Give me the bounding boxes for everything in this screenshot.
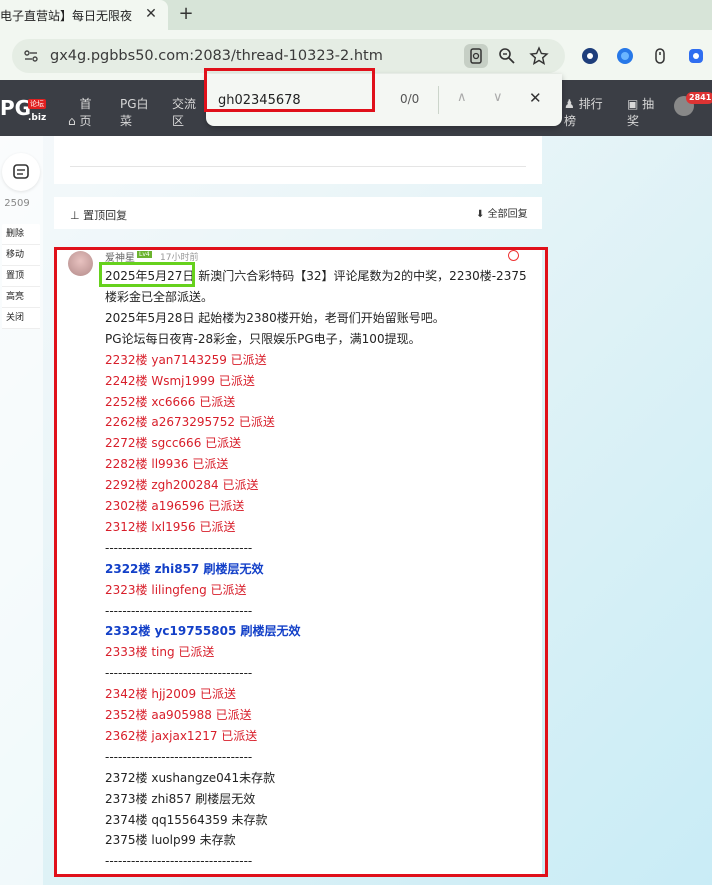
pinned-replies-label: 置顶回复 <box>83 209 128 222</box>
mod-delete[interactable]: 删除 <box>2 224 40 245</box>
mod-pin[interactable]: 置顶 <box>2 266 40 287</box>
new-tab-icon[interactable]: + <box>176 4 196 24</box>
post-highlight-box <box>54 247 548 877</box>
nav-ranking[interactable]: ♟ 排行榜 <box>564 96 606 130</box>
extension-icon[interactable] <box>650 46 670 66</box>
zoom-icon[interactable] <box>497 46 517 66</box>
extension-icon[interactable] <box>686 46 706 66</box>
message-button[interactable] <box>2 153 40 191</box>
arrow-down-icon: ⬇ <box>476 209 485 220</box>
mod-highlight[interactable]: 高亮 <box>2 287 40 308</box>
reply-bar <box>54 197 542 229</box>
find-divider <box>438 86 439 114</box>
logo-domain: .biz <box>28 113 47 123</box>
pinned-replies-title: ⊥ 置顶回复 <box>70 207 127 223</box>
tab-close-icon[interactable]: ✕ <box>142 5 160 23</box>
url-text[interactable]: gx4g.pgbbs50.com:2083/thread-10323-2.htm <box>50 48 450 66</box>
find-prev-icon[interactable]: ∧ <box>457 90 467 105</box>
all-replies-label: 全部回复 <box>487 209 528 220</box>
find-result-count: 0/0 <box>400 92 420 106</box>
extension-icon[interactable] <box>580 46 600 66</box>
find-close-icon[interactable]: ✕ <box>529 89 542 107</box>
nav-pg-baicai[interactable]: PG白菜 <box>120 96 152 130</box>
nav-home-label: 首页 <box>79 97 92 128</box>
users-icon: ♟ <box>564 97 575 111</box>
home-icon: ⌂ <box>68 114 76 128</box>
tab-title: 电子直营站】每日无限夜 <box>0 9 133 23</box>
notification-badge[interactable]: 2841 <box>686 92 712 104</box>
lens-icon[interactable] <box>464 44 488 68</box>
nav-home[interactable]: ⌂ 首页 <box>68 96 100 130</box>
all-replies-link[interactable]: ⬇ 全部回复 <box>476 205 528 220</box>
nav-lottery[interactable]: ▣ 抽奖 <box>627 96 655 130</box>
pin-icon: ⊥ <box>70 209 80 222</box>
divider <box>70 166 526 167</box>
site-info-icon[interactable] <box>23 48 39 64</box>
find-next-icon[interactable]: ∨ <box>493 90 503 105</box>
mod-move[interactable]: 移动 <box>2 245 40 266</box>
previous-card <box>54 136 542 184</box>
logo-badge: 论坛 <box>28 99 46 109</box>
moderation-menu: 删除 移动 置顶 高亮 关闭 <box>2 224 40 329</box>
message-icon <box>13 164 29 179</box>
mod-close[interactable]: 关闭 <box>2 308 40 329</box>
bookmark-star-icon[interactable] <box>529 46 549 66</box>
extension-icon[interactable] <box>615 46 635 66</box>
nav-exchange[interactable]: 交流区 <box>172 96 198 130</box>
find-highlight-box <box>204 68 375 112</box>
gift-icon: ▣ <box>627 97 639 111</box>
rail-count: 2509 <box>4 198 30 209</box>
